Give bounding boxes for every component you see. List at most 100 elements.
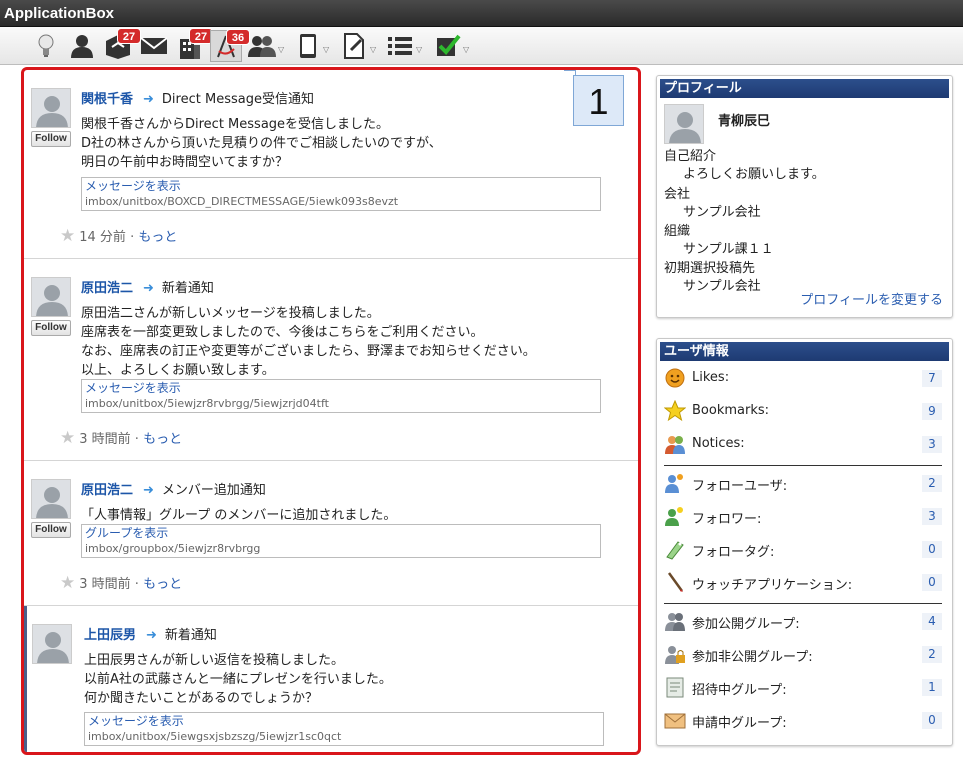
link-box[interactable]: メッセージを表示 imbox/unitbox/5iewjzr8rvbrgg/5i… [81,379,601,413]
avatar[interactable] [31,479,71,519]
more-link[interactable]: もっと [143,432,182,447]
profile-company: 会社 サンプル会社 [664,186,761,222]
timestamp: 3 時間前 [79,577,131,592]
avatar[interactable] [31,277,71,317]
field-label: 自己紹介 [664,149,717,164]
invited-groups-row[interactable]: 招待中グループ: 1 [664,676,942,698]
more-link[interactable]: もっと [138,230,177,245]
tablet-icon[interactable] [292,30,324,62]
view-link[interactable]: メッセージを表示 [85,381,597,396]
avatar[interactable] [31,88,71,128]
row-count: 2 [922,646,942,663]
public-group-icon [664,610,686,632]
person-icon[interactable] [66,30,98,62]
divider [664,465,942,466]
entry-header: 原田浩二 ➜ 新着通知 [81,277,214,296]
message-line: 座席表を一部変更致しましたので、今後はこちらをご利用ください。 [81,325,484,340]
star-icon[interactable]: ★ [60,573,75,593]
entry-meta: ★ 14 分前 · もっと [60,226,178,246]
author-link[interactable]: 上田辰男 [84,628,136,643]
mail-icon[interactable] [138,30,170,62]
row-label: 参加非公開グループ: [692,650,813,665]
link-box[interactable]: メッセージを表示 imbox/unitbox/5iewgsxjsbzszg/5i… [84,712,604,746]
tablet-caret-icon[interactable]: ▽ [323,45,329,54]
edit-profile-link[interactable]: プロフィールを変更する [800,289,943,308]
notice-type: 新着通知 [161,281,214,296]
row-count: 0 [922,574,942,591]
building-icon[interactable]: 27 [174,28,213,62]
follow-users-row[interactable]: フォローユーザ: 2 [664,472,942,494]
checkbox-icon[interactable] [432,30,464,62]
star-icon[interactable]: ★ [60,226,75,246]
row-label: ウォッチアプリケーション: [692,578,853,593]
field-value: よろしくお願いします。 [683,167,825,182]
avatar[interactable] [32,624,72,664]
row-label: フォロータグ: [692,545,775,560]
star-icon[interactable]: ★ [60,428,75,448]
message-body: 関根千香さんからDirect Messageを受信しました。 D社の林さんから頂… [81,115,442,172]
author-link[interactable]: 関根千香 [81,92,133,107]
row-label: Notices: [692,436,745,451]
feed-entry: Follow 関根千香 ➜ Direct Message受信通知 関根千香さんからD… [24,70,638,259]
followers-row[interactable]: フォロワー: 3 [664,505,942,527]
link-box[interactable]: グループを表示 imbox/groupbox/5iewjzr8rvbrgg [81,524,601,558]
request-icon [664,709,686,731]
public-groups-row[interactable]: 参加公開グループ: 4 [664,610,942,632]
pin-document-icon[interactable] [338,30,370,62]
entry-header: 関根千香 ➜ Direct Message受信通知 [81,88,314,107]
follow-button[interactable]: Follow [31,522,71,538]
view-link[interactable]: メッセージを表示 [85,179,597,194]
row-count: 3 [922,436,942,453]
likes-row[interactable]: Likes: 7 [664,367,942,389]
entry-header: 上田辰男 ➜ 新着通知 [84,624,217,643]
arrow-right-icon: ➜ [143,483,154,498]
private-groups-row[interactable]: 参加非公開グループ: 2 [664,643,942,665]
compass-icon[interactable]: 36 [210,29,250,62]
row-count: 2 [922,475,942,492]
requested-groups-row[interactable]: 申請中グループ: 0 [664,709,942,731]
profile-default-target: 初期選択投稿先 サンプル会社 [664,260,761,296]
feed-entry: 上田辰男 ➜ 新着通知 上田辰男さんが新しい返信を投稿しました。 以前A社の武藤さん… [24,606,638,752]
field-label: 初期選択投稿先 [664,261,756,276]
list-caret-icon[interactable]: ▽ [416,45,422,54]
link-url: imbox/groupbox/5iewjzr8rvbrgg [85,542,261,555]
row-count: 9 [922,403,942,420]
message-line: 何か聞きたいことがあるのでしょうか？ [84,691,319,706]
lightbulb-icon[interactable] [30,30,62,62]
pin-caret-icon[interactable]: ▽ [370,45,376,54]
bookmarks-row[interactable]: Bookmarks: 9 [664,400,942,422]
message-line: なお、座席表の訂正や変更等がございましたら、野澤までお知らせください。 [81,344,536,359]
author-link[interactable]: 原田浩二 [81,483,133,498]
row-label: Bookmarks: [692,403,770,418]
view-link[interactable]: メッセージを表示 [88,714,600,729]
box-icon[interactable]: 27 [102,28,141,62]
avatar[interactable] [664,104,704,144]
timestamp: 14 分前 [79,230,126,245]
list-icon[interactable] [384,30,416,62]
row-label: 招待中グループ: [692,683,787,698]
feed-entry: Follow 原田浩二 ➜ 新着通知 原田浩二さんが新しいメッセージを投稿しました。… [24,259,638,461]
notices-row[interactable]: Notices: 3 [664,433,942,455]
private-group-icon [664,643,686,665]
users-icon[interactable] [246,30,278,62]
notice-type: 新着通知 [164,628,217,643]
field-value: サンプル会社 [683,205,761,220]
row-label: フォローユーザ: [692,479,788,494]
author-link[interactable]: 原田浩二 [81,281,133,296]
profile-panel: プロフィール 青柳辰巳 自己紹介 よろしくお願いします。 会社 サンプル会社 組… [656,75,953,318]
follow-tags-row[interactable]: フォロータグ: 0 [664,538,942,560]
checkbox-caret-icon[interactable]: ▽ [463,45,469,54]
follow-button[interactable]: Follow [31,320,71,336]
view-link[interactable]: グループを表示 [85,526,597,541]
message-line: 関根千香さんからDirect Messageを受信しました。 [81,117,390,132]
smiley-icon [664,367,686,389]
users-caret-icon[interactable]: ▽ [278,45,284,54]
message-line: 原田浩二さんが新しいメッセージを投稿しました。 [81,306,380,321]
row-label: Likes: [692,370,730,385]
link-box[interactable]: メッセージを表示 imbox/unitbox/BOXCD_DIRECTMESSA… [81,177,601,211]
link-url: imbox/unitbox/BOXCD_DIRECTMESSAGE/5iewk0… [85,195,399,208]
follow-button[interactable]: Follow [31,131,71,147]
more-link[interactable]: もっと [143,577,182,592]
arrow-right-icon: ➜ [143,281,154,296]
watch-apps-row[interactable]: ウォッチアプリケーション: 0 [664,571,942,593]
